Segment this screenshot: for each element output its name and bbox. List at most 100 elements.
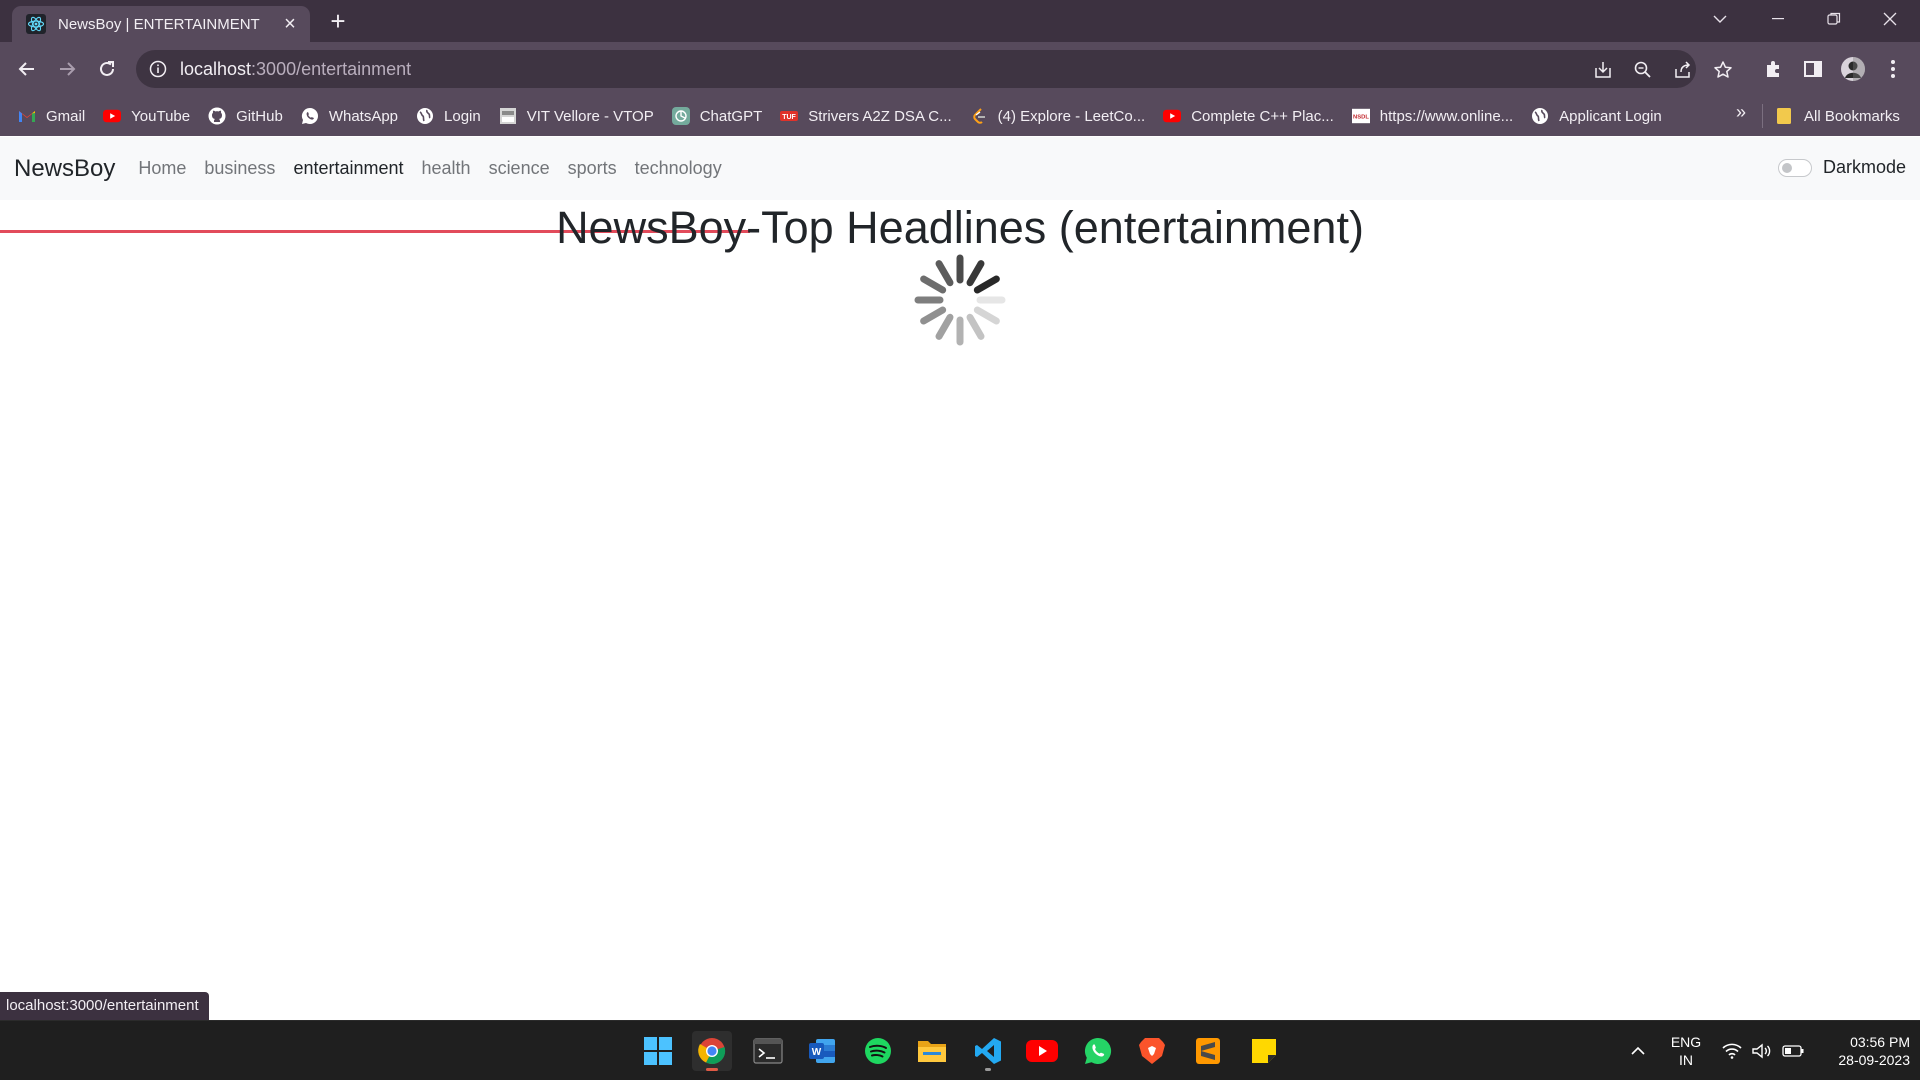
spinner-spoke [935,313,954,340]
system-clock[interactable]: 03:56 PM 28-09-2023 [1814,1033,1910,1069]
file-explorer-icon[interactable] [912,1031,952,1071]
share-icon[interactable] [1672,59,1694,81]
bookmark-applicant-login[interactable]: Applicant Login [1531,102,1662,130]
tuf-icon: TUF [780,107,799,125]
chrome-menu-icon[interactable] [1880,56,1906,82]
windows-start-icon[interactable] [638,1031,678,1071]
bookmark-label: WhatsApp [328,107,399,125]
bookmark-online[interactable]: NSDL https://www.online... [1351,102,1513,130]
address-bar[interactable]: localhost:3000/entertainment [136,50,1732,88]
globe-icon [1531,107,1549,125]
bookmark-star-icon[interactable] [1712,59,1734,81]
nav-link-science[interactable]: science [489,158,550,179]
all-bookmarks-button[interactable]: All Bookmarks [1776,102,1900,130]
darkmode-toggle[interactable]: Darkmode [1777,157,1906,178]
spinner-spoke [966,313,985,340]
bookmark-vtop[interactable]: VIT Vellore - VTOP [499,102,654,130]
tab-search-chevron-icon[interactable] [1692,0,1748,38]
zoom-icon[interactable] [1632,59,1654,81]
whatsapp-app-icon[interactable] [1078,1031,1118,1071]
brand-link[interactable]: NewsBoy [14,155,115,183]
bookmark-label: Applicant Login [1559,107,1662,125]
github-icon [208,107,226,125]
side-panel-icon[interactable] [1800,56,1826,82]
nsdl-icon: NSDL [1351,107,1370,125]
nav-link-technology[interactable]: technology [635,158,722,179]
svg-text:TUF: TUF [782,114,796,121]
bookmark-gmail[interactable]: Gmail [18,102,85,130]
install-app-icon[interactable] [1592,59,1614,81]
vscode-icon[interactable] [968,1031,1008,1071]
spinner-spoke [935,260,954,287]
new-tab-icon[interactable]: + [324,8,352,36]
spotify-icon[interactable] [858,1031,898,1071]
sublime-text-icon[interactable] [1188,1031,1228,1071]
bookmark-login[interactable]: Login [416,102,481,130]
word-icon[interactable]: W [802,1031,842,1071]
spinner-spoke [920,275,947,294]
browser-toolbar: localhost:3000/entertainment [0,42,1920,96]
brave-icon[interactable] [1132,1031,1172,1071]
all-bookmarks-label: All Bookmarks [1804,107,1900,125]
sticky-notes-icon[interactable] [1244,1031,1284,1071]
extensions-puzzle-icon[interactable] [1760,56,1786,82]
bookmark-label: Login [444,107,481,125]
show-hidden-icons-chevron-icon[interactable] [1626,1021,1650,1081]
bookmark-label: Gmail [46,107,86,125]
bookmark-label: GitHub [236,107,283,125]
minimize-icon[interactable] [1750,0,1806,38]
gmail-icon [18,107,36,125]
clock-date: 28-09-2023 [1838,1052,1910,1068]
bookmark-label: YouTube [131,107,191,125]
restore-icon[interactable] [1806,0,1862,38]
loading-spinner-icon [914,254,1006,346]
bookmark-github[interactable]: GitHub [208,102,283,130]
bookmark-leetcode[interactable]: (4) Explore - LeetCo... [970,102,1146,130]
youtube-app-icon[interactable] [1022,1031,1062,1071]
folder-icon [1776,107,1794,125]
app-navbar: NewsBoy Home business entertainment heal… [0,137,1920,200]
nav-link-home[interactable]: Home [138,158,186,179]
wifi-icon[interactable] [1720,1021,1744,1081]
back-icon[interactable] [10,52,44,86]
bookmark-cpp-placement[interactable]: Complete C++ Plac... [1163,102,1334,130]
react-favicon-icon [26,14,46,34]
spinner-spoke [973,275,1000,294]
language-indicator[interactable]: ENG IN [1664,1033,1708,1069]
svg-text:NSDL: NSDL [1353,115,1369,121]
page-title: NewsBoy-Top Headlines (entertainment) [556,202,1364,253]
nav-link-business[interactable]: business [204,158,275,179]
close-window-icon[interactable] [1862,0,1918,38]
reload-icon[interactable] [90,52,124,86]
volume-icon[interactable] [1750,1021,1774,1081]
terminal-icon[interactable] [748,1031,788,1071]
leetcode-icon [970,107,988,125]
nav-link-sports[interactable]: sports [568,158,617,179]
svg-text:W: W [812,1047,822,1058]
profile-avatar[interactable] [1840,56,1866,82]
browser-tab-active[interactable]: NewsBoy | ENTERTAINMENT × [12,6,310,42]
bookmark-strivers[interactable]: TUF Strivers A2Z DSA C... [780,102,952,130]
bookmarks-divider [1762,104,1763,128]
bookmark-chatgpt[interactable]: ChatGPT [671,102,762,130]
bookmark-label: (4) Explore - LeetCo... [997,107,1146,125]
spinner-spoke [920,306,947,325]
nav-link-health[interactable]: health [422,158,471,179]
bookmark-label: VIT Vellore - VTOP [526,107,654,125]
darkmode-switch[interactable] [1777,158,1812,177]
forward-icon[interactable] [50,52,84,86]
youtube-icon [103,107,122,125]
bookmark-whatsapp[interactable]: WhatsApp [301,102,398,130]
tab-strip: NewsBoy | ENTERTAINMENT × + [0,0,1920,42]
chrome-icon[interactable] [692,1031,732,1071]
nav-link-entertainment[interactable]: entertainment [293,158,403,179]
site-info-icon[interactable] [148,59,168,79]
running-indicator [985,1068,991,1071]
battery-icon[interactable] [1780,1021,1806,1081]
switch-knob [1781,162,1792,173]
tab-close-icon[interactable]: × [278,14,302,34]
clock-time: 03:56 PM [1850,1034,1910,1050]
more-bookmarks-button[interactable]: » [1736,102,1746,123]
bookmark-youtube[interactable]: YouTube [103,102,190,130]
darkmode-label: Darkmode [1822,157,1906,177]
